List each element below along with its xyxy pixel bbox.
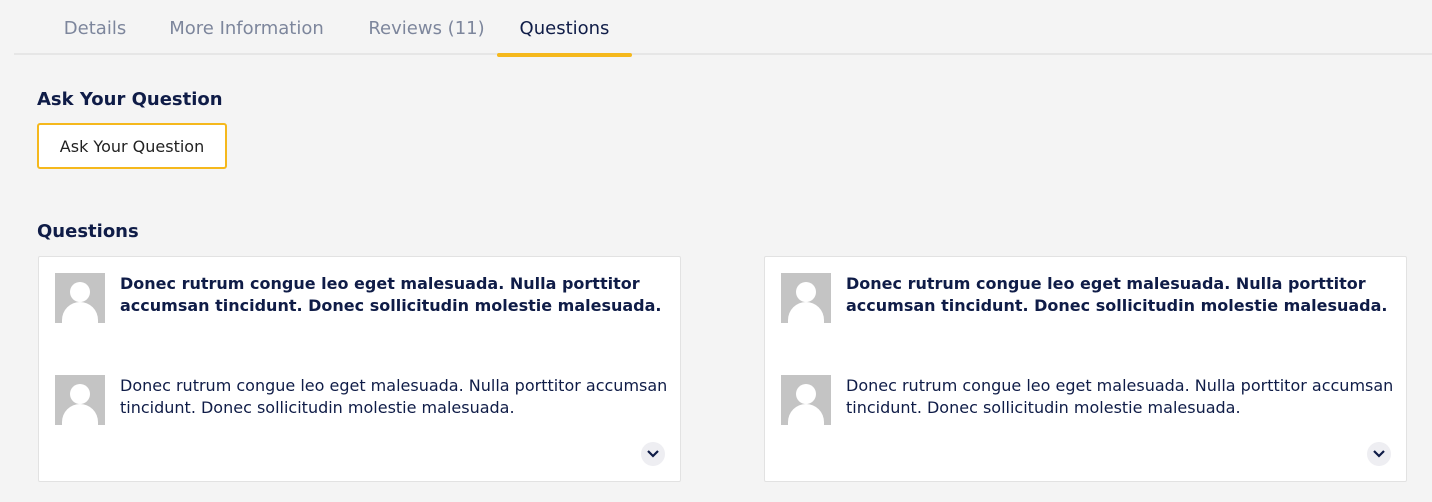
expand-button[interactable] <box>641 442 665 466</box>
question-text: Donec rutrum congue leo eget malesuada. … <box>120 274 662 315</box>
ask-question-button[interactable]: Ask Your Question <box>37 123 227 169</box>
avatar-icon <box>781 273 831 323</box>
tab-details[interactable]: Details <box>50 18 140 55</box>
tab-bar: Details More Information Reviews (11) Qu… <box>14 0 1432 57</box>
avatar-icon <box>781 375 831 425</box>
tab-reviews[interactable]: Reviews (11) <box>364 18 489 55</box>
answer-text: Donec rutrum congue leo eget malesuada. … <box>120 376 668 417</box>
expand-button[interactable] <box>1367 442 1391 466</box>
ask-question-heading: Ask Your Question <box>37 89 223 110</box>
question-card: Donec rutrum congue leo eget malesuada. … <box>38 256 681 482</box>
chevron-down-icon <box>1373 450 1385 458</box>
chevron-down-icon <box>647 450 659 458</box>
question-text: Donec rutrum congue leo eget malesuada. … <box>846 274 1388 315</box>
answer-text: Donec rutrum congue leo eget malesuada. … <box>846 376 1394 417</box>
avatar-icon <box>55 375 105 425</box>
question-card: Donec rutrum congue leo eget malesuada. … <box>764 256 1407 482</box>
tab-questions[interactable]: Questions <box>497 18 632 57</box>
questions-heading: Questions <box>37 221 139 242</box>
tab-more-information[interactable]: More Information <box>164 18 329 55</box>
avatar-icon <box>55 273 105 323</box>
